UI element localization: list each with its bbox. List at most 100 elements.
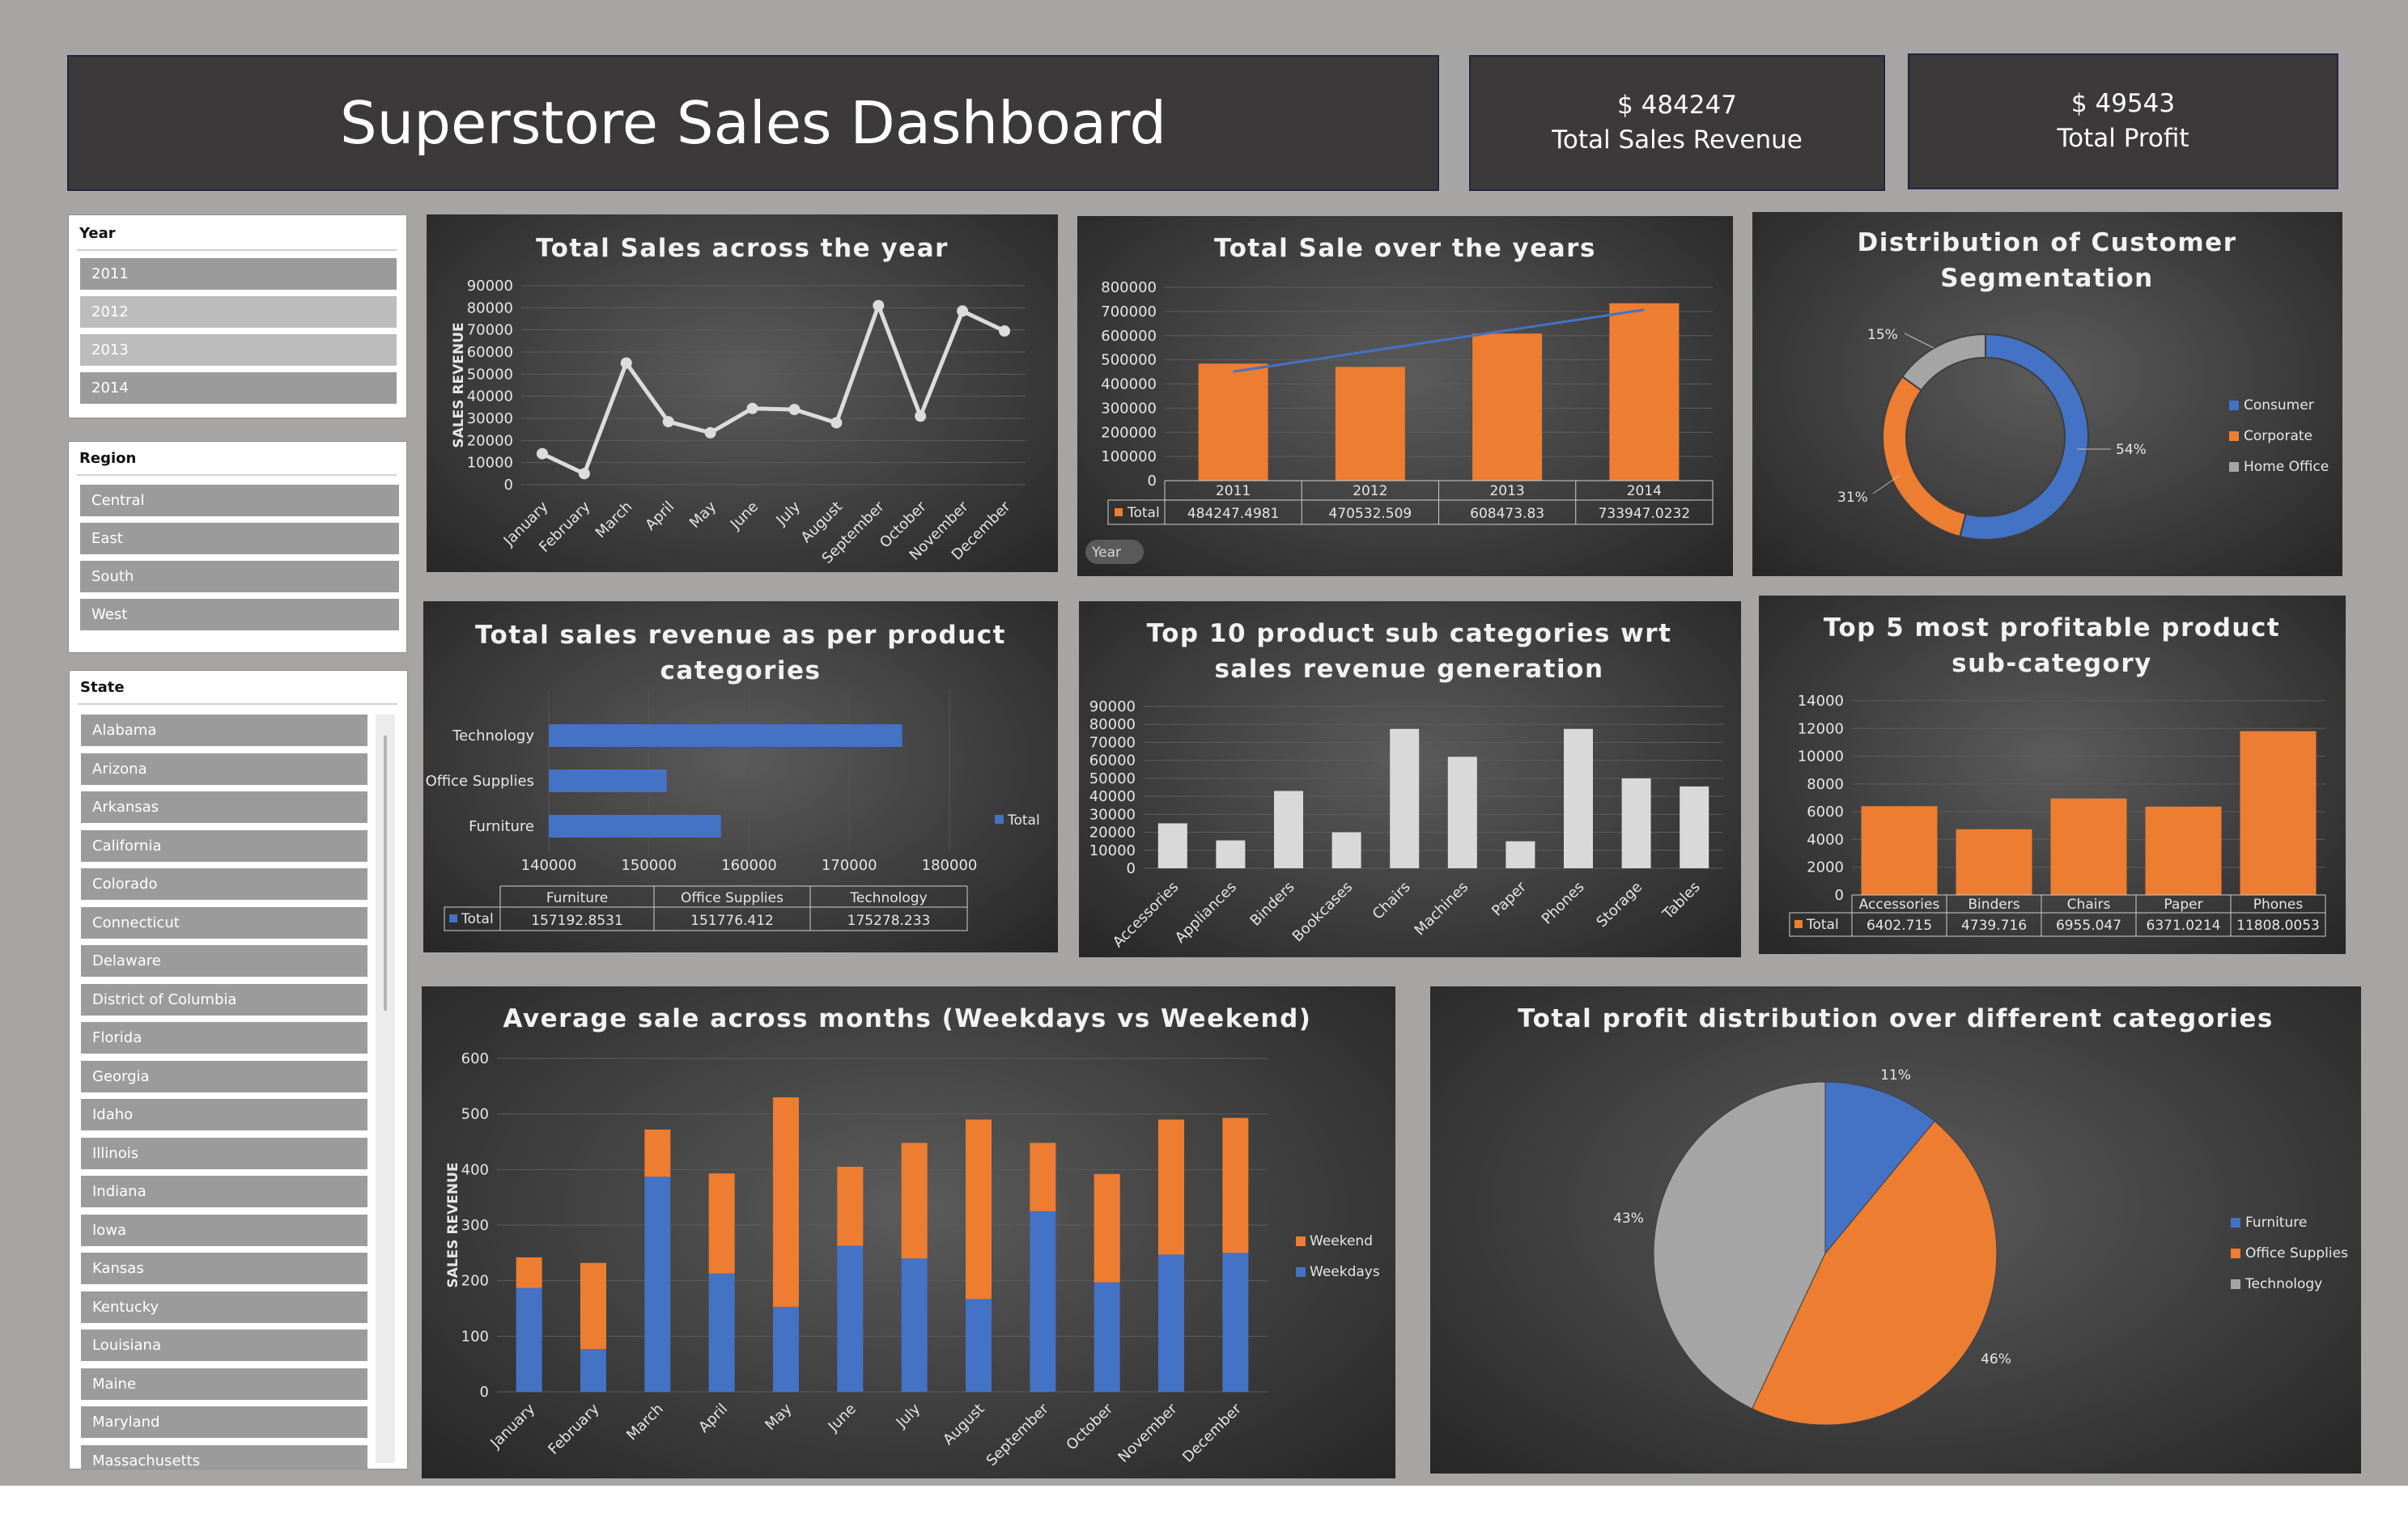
data-label-office-supplies: 46% <box>1981 1351 2011 1368</box>
y-tick-label: 0 <box>504 477 513 494</box>
x-tick-label: July <box>773 498 805 529</box>
slicer-divider <box>78 703 397 705</box>
slicer-item-idaho[interactable]: Idaho <box>81 1099 367 1130</box>
slicer-item-arizona[interactable]: Arizona <box>81 753 367 785</box>
slicer-item-connecticut[interactable]: Connecticut <box>81 906 367 939</box>
x-tick-label: November <box>1115 1400 1180 1465</box>
slicer-item-illinois[interactable]: Illinois <box>81 1137 367 1169</box>
slicer-item-kansas[interactable]: Kansas <box>81 1253 367 1284</box>
legend-label: Total <box>1806 917 1839 933</box>
slicer-item-massachusetts[interactable]: Massachusetts <box>81 1444 367 1469</box>
slicer-item-iowa[interactable]: Iowa <box>81 1214 367 1246</box>
x-tick-label: August <box>940 1401 987 1448</box>
x-tick-label: May <box>686 498 720 531</box>
data-table-header: Technology <box>849 890 927 906</box>
kpi-profit-label: Total Profit <box>2057 124 2189 153</box>
x-tick-label: Phones <box>1539 879 1588 928</box>
bar-weekend-october <box>1094 1173 1120 1283</box>
slicer-item-south[interactable]: South <box>80 561 399 592</box>
slicer-item-2014[interactable]: 2014 <box>80 372 397 404</box>
top5-profit-chart: Top 5 most profitable product sub-categor… <box>1789 613 2326 937</box>
chart-title: Total profit distribution over different… <box>1518 1004 2274 1033</box>
slicer-item-maine[interactable]: Maine <box>81 1368 367 1400</box>
monthly-sales-chart: Total Sales across the year 0 10000 20000 30… <box>451 234 1026 567</box>
y-tick-label: 60000 <box>467 344 513 361</box>
y-tick-label: 4000 <box>1807 831 1844 848</box>
weekday-weekend-chart: Average sale across months (Weekdays vs … <box>445 1004 1380 1469</box>
y-tick-label: 8000 <box>1807 776 1844 793</box>
slicer-item-central[interactable]: Central <box>80 485 399 516</box>
slicer-item-2011[interactable]: 2011 <box>80 258 397 290</box>
slicer-item-east[interactable]: East <box>80 523 399 554</box>
x-tick-label: Machines <box>1412 879 1472 939</box>
panel-category-sales: Total sales revenue as per product catego… <box>423 601 1058 952</box>
x-tick-label: Chairs <box>1370 879 1414 923</box>
y-tick-label: 400000 <box>1101 376 1157 393</box>
slicer-item-delaware[interactable]: Delaware <box>81 945 367 977</box>
slicer-item-kentucky[interactable]: Kentucky <box>81 1291 367 1323</box>
y-tick-label: 12000 <box>1798 720 1844 737</box>
data-table-value: 151776.412 <box>690 913 774 929</box>
legend-label: Total <box>461 911 494 927</box>
y-tick-label: 40000 <box>467 388 513 405</box>
data-table-value: 4739.716 <box>1961 918 2027 934</box>
bar-weekdays-february <box>580 1349 606 1392</box>
slicer-item-florida[interactable]: Florida <box>81 1022 367 1054</box>
bar-paper <box>2145 806 2222 895</box>
chart-title: Average sale across months (Weekdays vs … <box>503 1004 1312 1033</box>
leader-line <box>1904 333 1934 349</box>
x-tick-label: March <box>592 498 636 542</box>
legend-swatch-weekdays <box>1296 1267 1306 1277</box>
x-tick-label: 2013 <box>1489 483 1524 499</box>
bar-appliances <box>1216 840 1246 868</box>
legend-label-corporate: Corporate <box>2244 428 2312 444</box>
bar-tables <box>1680 786 1709 868</box>
donut-slice-home-office <box>1900 333 1986 392</box>
slicer-item-california[interactable]: California <box>81 829 367 862</box>
x-tick-label: Chairs <box>2067 897 2111 913</box>
slicer-item-georgia[interactable]: Georgia <box>81 1060 367 1092</box>
data-point <box>788 404 801 416</box>
slicer-item-louisiana[interactable]: Louisiana <box>81 1330 367 1361</box>
segment-donut-chart: Distribution of Customer Segmentation 54% 3… <box>1837 228 2329 541</box>
kpi-sales-card: $ 484247 Total Sales Revenue <box>1469 55 1885 191</box>
bar-machines <box>1447 757 1477 868</box>
x-tick-label: 140000 <box>521 857 577 874</box>
slicer-item-colorado[interactable]: Colorado <box>81 868 367 900</box>
x-tick-label: Bookcases <box>1289 879 1356 945</box>
chart-title: Total Sales across the year <box>536 234 949 263</box>
chart-title: Top 10 product sub categories wrt <box>1147 619 1672 648</box>
slicer-item-alabama[interactable]: Alabama <box>81 715 367 746</box>
slicer-item-2012[interactable]: 2012 <box>80 296 397 328</box>
y-tick-label: 200 <box>461 1273 489 1290</box>
slicer-item-arkansas[interactable]: Arkansas <box>81 791 367 823</box>
y-tick-label: 80000 <box>1089 716 1136 733</box>
y-tick-label: 800000 <box>1101 279 1157 296</box>
legend-swatch-corporate <box>2229 431 2239 441</box>
y-tick-label: 0 <box>1127 860 1136 877</box>
panel-profit-pie: Total profit distribution over different… <box>1430 986 2361 1474</box>
x-tick-label: February <box>545 1400 602 1457</box>
slicer-item-maryland[interactable]: Maryland <box>81 1406 367 1438</box>
x-tick-label: Paper <box>1489 878 1530 919</box>
slicer-item-west[interactable]: West <box>80 599 399 630</box>
bar-2014 <box>1609 303 1680 481</box>
kpi-sales-label: Total Sales Revenue <box>1552 125 1803 155</box>
bar-2012 <box>1335 367 1405 481</box>
state-scrollbar-thumb[interactable] <box>384 736 387 1011</box>
data-label-home-office: 15% <box>1867 327 1898 343</box>
y-tick-label: 300000 <box>1101 400 1157 417</box>
y-tick-label: 70000 <box>1089 734 1136 751</box>
bar-2013 <box>1472 333 1543 481</box>
legend-swatch-home-office <box>2229 462 2239 472</box>
slicer-item-2013[interactable]: 2013 <box>80 334 397 366</box>
slicer-item-indiana[interactable]: Indiana <box>81 1176 367 1207</box>
bar-paper <box>1506 841 1535 868</box>
x-tick-label: May <box>762 1400 795 1433</box>
data-point <box>957 305 969 317</box>
legend-label: Total <box>1007 812 1040 829</box>
data-label-corporate: 31% <box>1837 490 1868 506</box>
slicer-item-district-of-columbia[interactable]: District of Columbia <box>81 983 367 1016</box>
data-table-header: Office Supplies <box>681 890 784 906</box>
x-tick-label: September <box>983 1400 1053 1469</box>
